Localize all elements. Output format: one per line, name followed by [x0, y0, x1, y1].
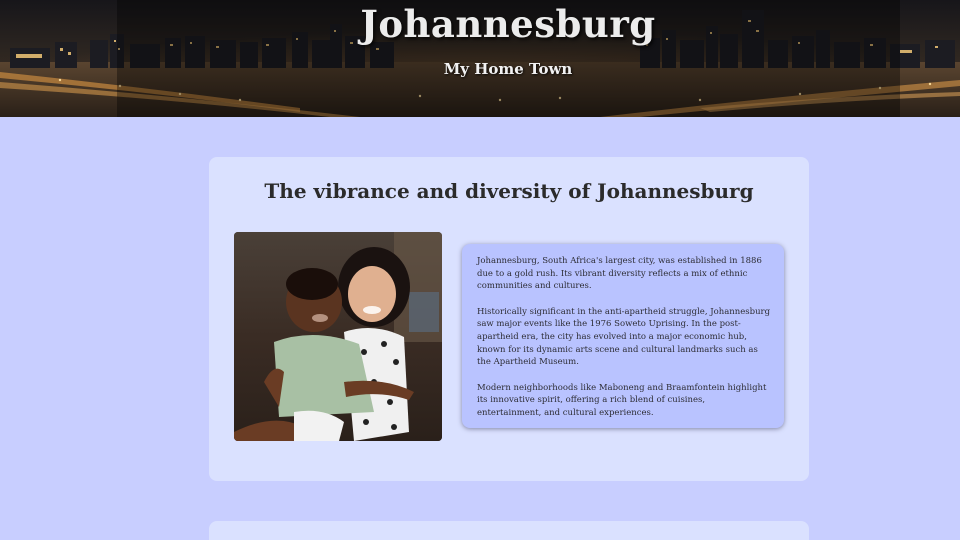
paragraph-apartheid: Historically significant in the anti-apa…: [477, 306, 771, 368]
section-heading: The vibrance and diversity of Johannesbu…: [264, 179, 754, 203]
site-subtitle: My Home Town: [443, 60, 573, 78]
paragraph-history: Johannesburg, South Africa's largest cit…: [477, 256, 762, 292]
content-card: The vibrance and diversity of Johannesbu…: [209, 157, 809, 481]
children-photo: [234, 232, 442, 441]
site-title: Johannesburg: [360, 2, 656, 46]
hero-banner: Johannesburg My Home Town: [0, 0, 960, 117]
children-photo-illustration: [234, 232, 442, 441]
description-box: Johannesburg, South Africa's largest cit…: [462, 244, 784, 428]
paragraph-neighborhoods: Modern neighborhoods like Maboneng and B…: [477, 382, 767, 419]
next-content-card: [209, 521, 809, 540]
